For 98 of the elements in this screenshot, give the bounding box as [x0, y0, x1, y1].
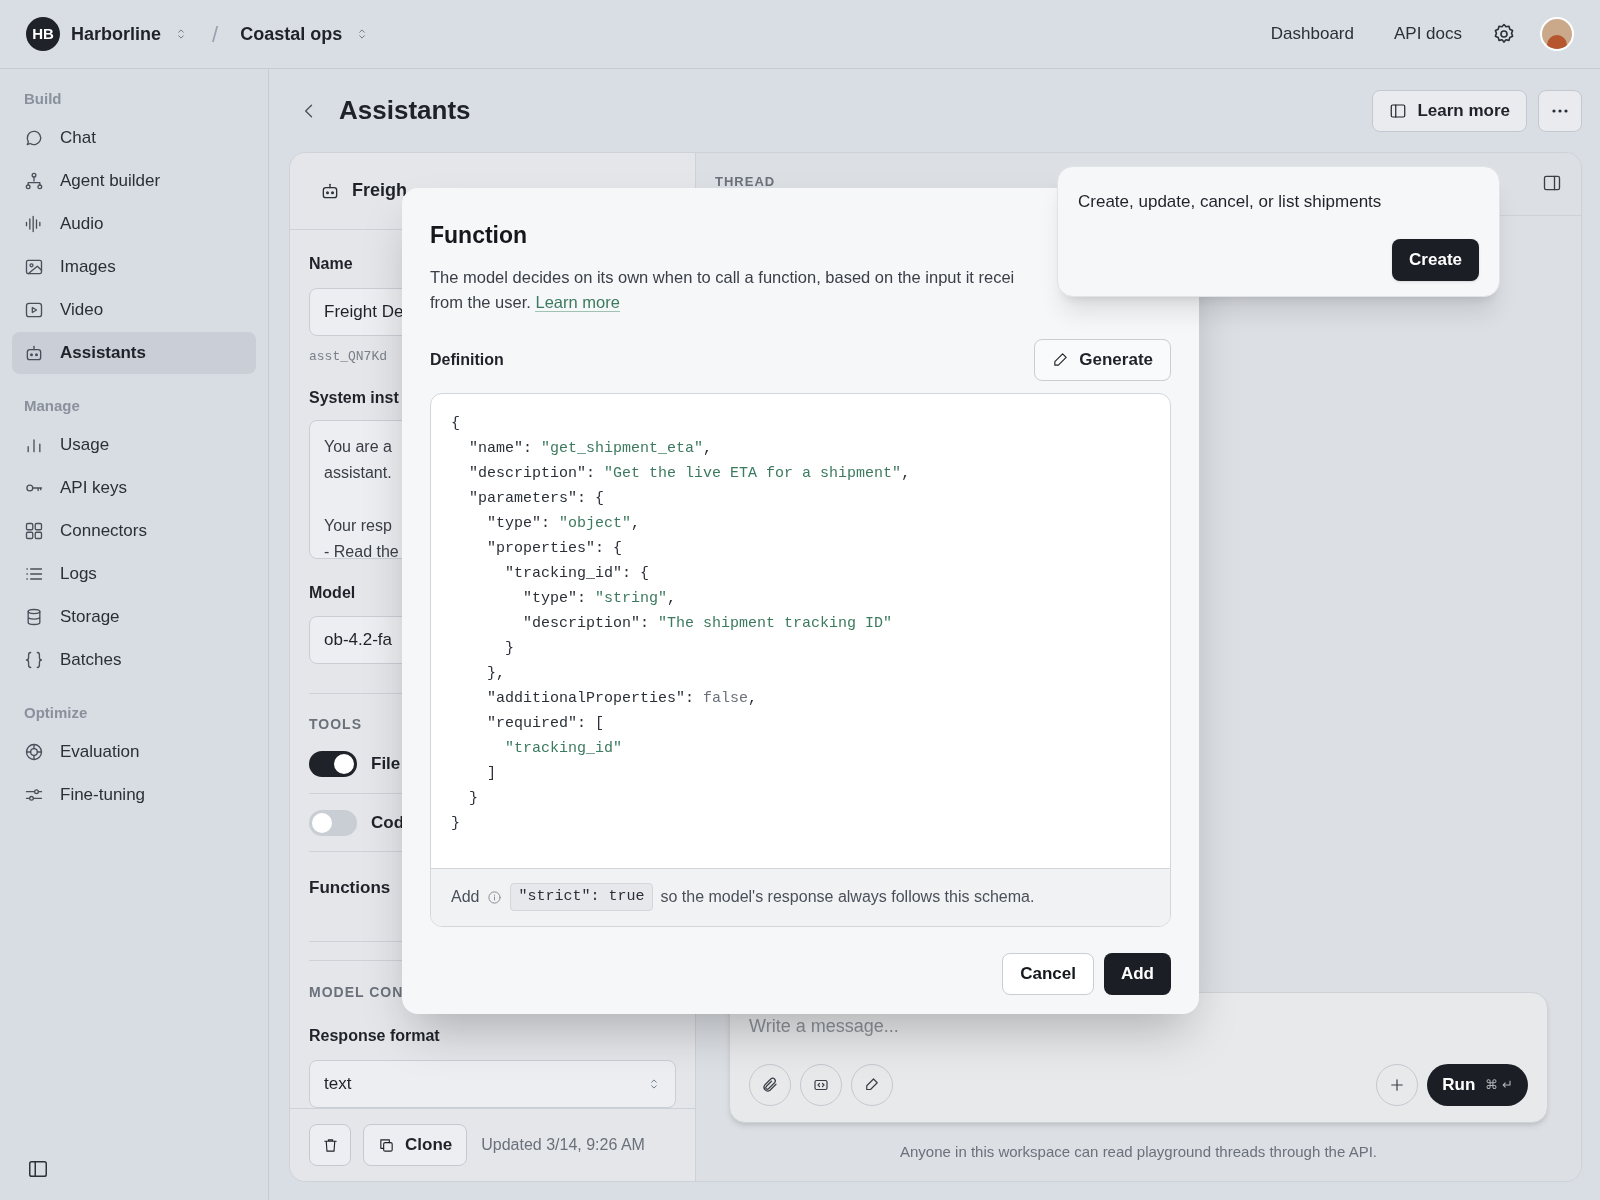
model-config-heading: MODEL CON [309, 983, 404, 1003]
assistant-name-heading: Freigh [352, 179, 407, 203]
org-avatar[interactable]: HB [26, 17, 60, 51]
field-label: Response format [309, 1026, 440, 1047]
field-label: Name [309, 253, 353, 274]
generate-button[interactable]: Generate [1034, 338, 1171, 381]
robot-icon [24, 343, 44, 363]
code-line: "additionalProperties": false, [486, 688, 759, 709]
learn-more-link[interactable]: Learn more [535, 292, 620, 312]
node-tree-icon [24, 171, 44, 191]
strict-code: "strict": true [510, 882, 653, 912]
run-label: Run [1442, 1074, 1476, 1097]
top-nav-link[interactable]: Dashboard [1270, 21, 1354, 47]
sidebar-item[interactable]: Images [12, 246, 256, 288]
project-name[interactable]: Coastal ops [240, 20, 343, 48]
sidebar-item[interactable]: Fine-tuning [12, 774, 256, 816]
assistant-id: asst_QN7Kd [309, 347, 387, 366]
updated-timestamp: Updated 3/14, 9:26 AM [481, 1135, 645, 1156]
breadcrumb-separator: / [212, 20, 219, 49]
org-name[interactable]: Harborline [71, 20, 162, 48]
user-avatar[interactable] [1540, 17, 1574, 51]
sidebar-item[interactable]: Batches [12, 639, 256, 681]
trash-icon [321, 1136, 339, 1154]
audio-wave-icon [24, 214, 44, 234]
sidebar-item[interactable]: Agent builder [12, 160, 256, 202]
create-button[interactable]: Create [1392, 239, 1479, 281]
thread-heading: THREAD [715, 175, 776, 189]
side-panel-icon[interactable] [1542, 173, 1562, 193]
functions-label: Functions [309, 876, 391, 899]
code-line: "type": "string", [522, 588, 678, 609]
field-label: Model [309, 583, 356, 604]
delete-button[interactable] [309, 1124, 351, 1167]
settings-icon[interactable] [1492, 22, 1516, 46]
page-title: Assistants [339, 94, 471, 127]
sidebar-item[interactable]: Video [12, 289, 256, 331]
braces-icon [24, 650, 44, 670]
thread-notice: Anyone in this workspace can read playground threads through the API. [899, 1141, 1378, 1162]
code-line: ] [486, 763, 497, 784]
image-icon [24, 257, 44, 277]
code-line: } [504, 638, 515, 659]
dialog-button[interactable]: Cancel [1002, 952, 1094, 995]
keyboard-shortcut: ⌘ ↵ [1485, 1076, 1513, 1095]
code-line: "required": [ [486, 713, 606, 734]
instructions-text: You are a assistant. [324, 437, 392, 484]
sidebar-item[interactable]: Storage [12, 596, 256, 638]
code-line: "parameters": { [468, 488, 606, 509]
response-format-select[interactable]: text [309, 1060, 676, 1109]
sidebar-item[interactable]: Logs [12, 553, 256, 595]
code-line: "properties": { [486, 538, 624, 559]
message-input[interactable]: Write a message... [749, 1013, 1528, 1040]
pencil-icon [1052, 351, 1070, 368]
tool-label: File [371, 753, 401, 776]
sidebar-item[interactable]: API keys [12, 467, 256, 509]
run-button[interactable]: Run ⌘ ↵ [1427, 1064, 1528, 1106]
code-line: "name": "get_shipment_eta", [468, 438, 714, 459]
copy-icon [378, 1136, 395, 1154]
learn-more-button[interactable]: Learn more [1372, 89, 1527, 132]
code-line: "description": "The shipment tracking ID" [522, 613, 894, 634]
suggestion-text: Create, update, cancel, or list shipments [1078, 191, 1383, 213]
instructions-text: Your resp - Read the [324, 516, 399, 559]
dialog-title: Function [430, 221, 529, 250]
code-line: "type": "object", [486, 513, 642, 534]
field-label: System inst [309, 388, 399, 409]
sidebar-item[interactable]: Audio [12, 203, 256, 245]
sidebar-item[interactable]: Chat [12, 117, 256, 159]
toggle-switch[interactable] [309, 751, 357, 778]
sidebar-section-title: Optimize [23, 702, 89, 723]
sidebar-toggle-icon[interactable] [27, 1158, 49, 1180]
dialog-button[interactable]: Add [1103, 952, 1171, 995]
code-line: }, [486, 663, 506, 684]
grid-icon [24, 521, 44, 541]
more-dots-icon [1552, 108, 1568, 113]
code-line: "description": "Get the live ETA for a shipment", [468, 463, 912, 484]
tools-heading: TOOLS [309, 715, 362, 735]
hint-text: Add [451, 887, 480, 907]
top-nav-link[interactable]: API docs [1393, 21, 1462, 47]
hint-text: so the model's response always follows this schema. [660, 887, 1035, 907]
select-value: text [324, 1073, 352, 1096]
sidebar-item[interactable]: Connectors [12, 510, 256, 552]
sidebar-item[interactable]: Usage [12, 424, 256, 466]
definition-label: Definition [430, 349, 504, 370]
sidebar-section-title: Manage [23, 395, 81, 416]
info-icon [487, 889, 503, 905]
play-icon [24, 300, 44, 320]
sidebar-item[interactable]: Assistants [12, 332, 256, 374]
sidebar-section-title: Build [23, 88, 63, 109]
sidebar-item[interactable]: Evaluation [12, 731, 256, 773]
code-line: "tracking_id" [504, 738, 624, 759]
code-line: } [468, 788, 479, 809]
target-icon [24, 742, 44, 762]
sidebar-panel-icon [1389, 101, 1408, 120]
code-line: { [451, 413, 461, 434]
attach-paperclip-icon [761, 1076, 779, 1094]
code-line: "tracking_id": { [504, 563, 651, 584]
chat-bubble-icon [24, 128, 44, 148]
code-line: } [451, 813, 461, 834]
toggle-switch[interactable] [309, 809, 357, 836]
clone-button[interactable]: Clone [363, 1124, 468, 1167]
